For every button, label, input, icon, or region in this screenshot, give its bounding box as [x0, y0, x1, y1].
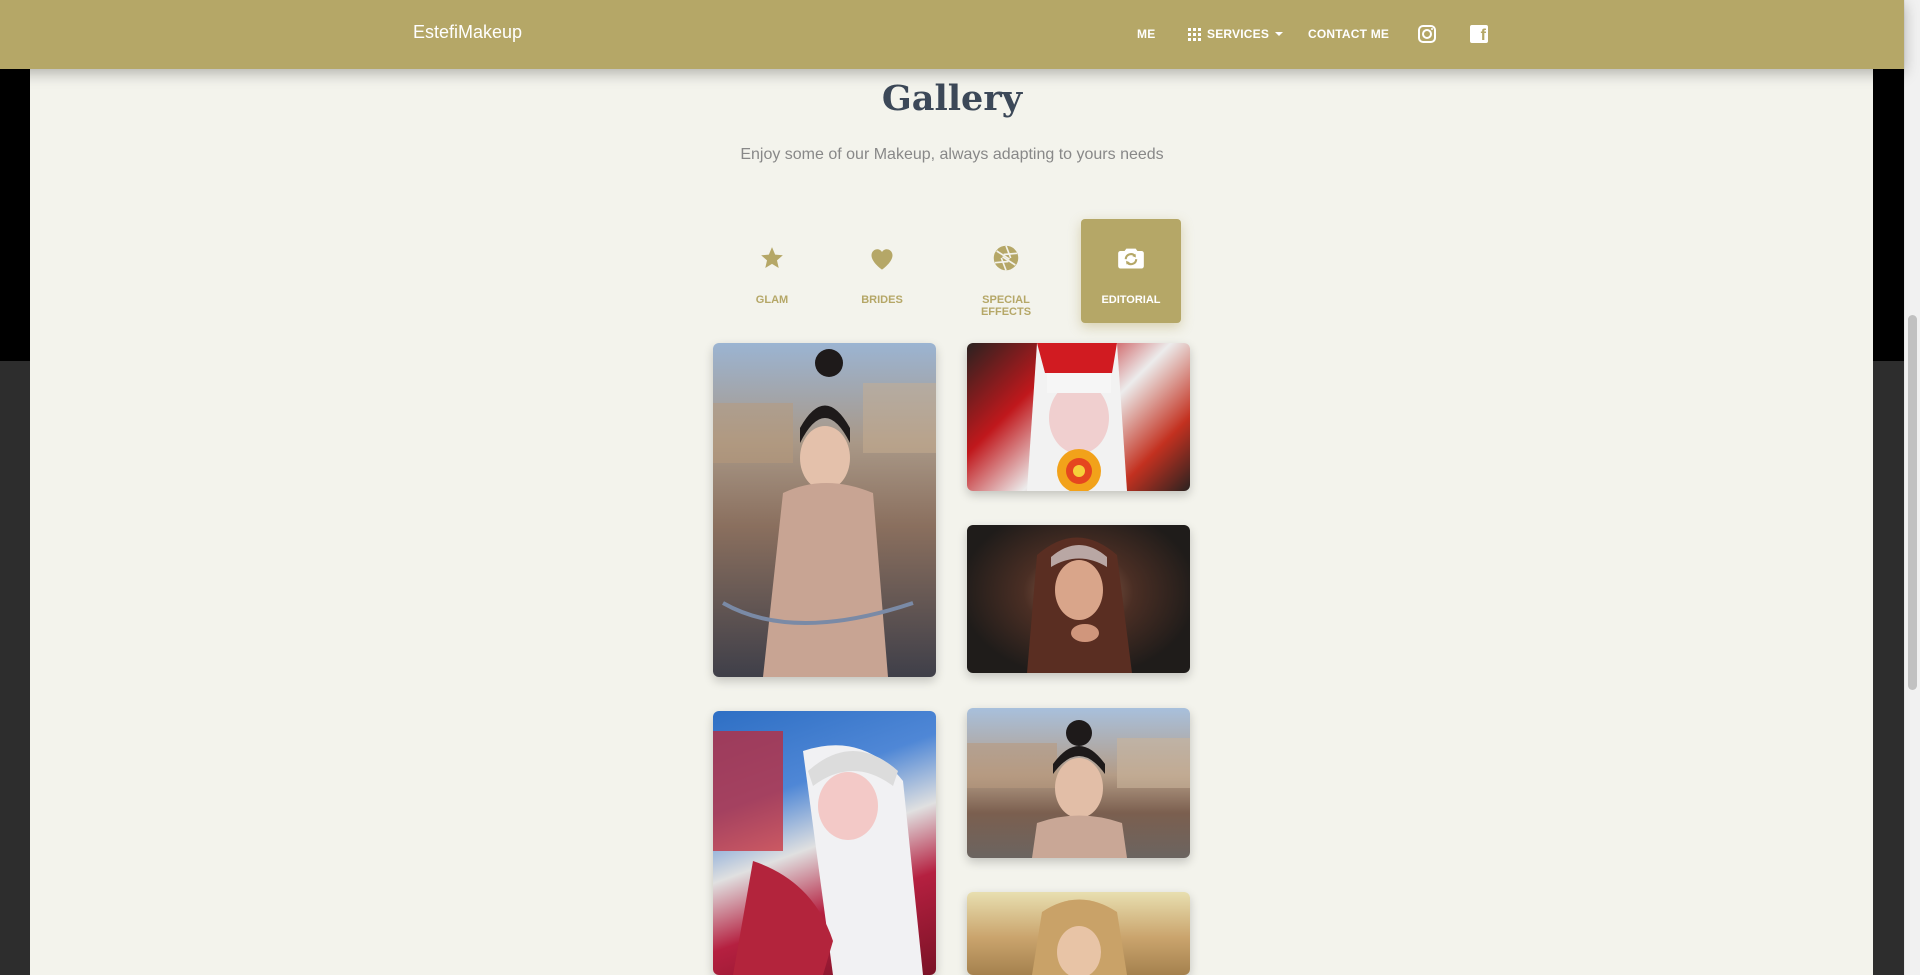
aperture-icon — [956, 243, 1056, 273]
star-icon — [722, 243, 822, 273]
brand-link[interactable]: EstefiMakeup — [413, 22, 522, 43]
instagram-icon[interactable] — [1418, 25, 1436, 43]
tab-glam-label: GLAM — [755, 294, 789, 306]
gallery-photo[interactable] — [967, 708, 1190, 858]
gallery-photo[interactable] — [967, 343, 1190, 491]
facebook-icon[interactable]: f — [1470, 25, 1488, 44]
page-subtitle: Enjoy some of our Makeup, always adaptin… — [740, 146, 1164, 163]
nav-me-link[interactable]: ME — [1137, 27, 1155, 41]
nav-services-dropdown[interactable]: SERVICES — [1188, 27, 1284, 41]
camera-icon — [1081, 243, 1181, 273]
nav-services-label: SERVICES — [1207, 27, 1270, 41]
tab-editorial-label: EDITORIAL — [1101, 294, 1161, 306]
nav-contact-link[interactable]: CONTACT ME — [1308, 27, 1389, 41]
gallery-photo[interactable] — [967, 525, 1190, 673]
gallery-photo[interactable] — [967, 892, 1190, 975]
page-scrollbar[interactable] — [1904, 0, 1920, 975]
tab-editorial[interactable]: EDITORIAL — [1081, 219, 1181, 323]
tab-special-effects-label: SPECIAL EFFECTS — [980, 294, 1032, 318]
gallery-photo[interactable] — [713, 711, 936, 975]
heart-icon — [832, 243, 932, 273]
tab-brides-label: BRIDES — [861, 294, 903, 306]
tab-glam[interactable]: GLAM — [722, 219, 822, 323]
page-title: Gallery — [881, 78, 1023, 119]
caret-down-icon — [1275, 32, 1284, 36]
tab-brides[interactable]: BRIDES — [832, 219, 932, 323]
scrollbar-thumb[interactable] — [1908, 315, 1917, 690]
tab-special-effects[interactable]: SPECIAL EFFECTS — [956, 219, 1056, 323]
grid-icon — [1188, 27, 1201, 41]
navbar: EstefiMakeup ME SERVICES CONTACT ME f — [0, 0, 1904, 69]
gallery-photo[interactable] — [713, 343, 936, 677]
